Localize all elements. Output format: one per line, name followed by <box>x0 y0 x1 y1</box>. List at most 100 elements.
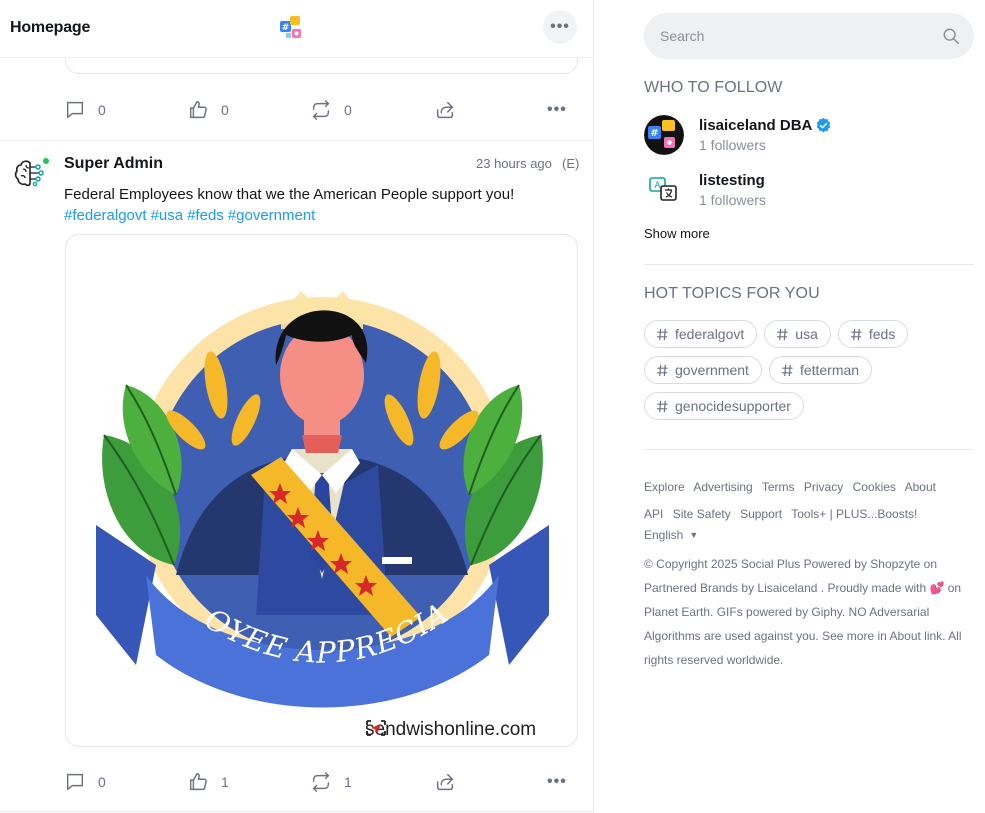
previous-post-actions: 0 0 0 ••• <box>0 90 593 130</box>
svg-text:#: # <box>650 128 658 139</box>
repost-count: 0 <box>344 102 352 118</box>
footer-link-cookies[interactable]: Cookies <box>853 480 896 494</box>
topic-chip[interactable]: fetterman <box>768 356 873 384</box>
main-feed: Homepage # ••• 0 0 0 ••• Super Admin 23 … <box>0 0 594 813</box>
translate-avatar-icon: A <box>644 170 684 210</box>
search-icon[interactable] <box>942 27 960 45</box>
topic-chip[interactable]: feds <box>837 320 909 348</box>
avatar[interactable]: A <box>644 170 684 210</box>
footer-link-terms[interactable]: Terms <box>762 480 795 494</box>
topic-label: feds <box>868 326 896 342</box>
repost-button[interactable]: 0 <box>310 90 352 130</box>
comment-icon <box>66 773 84 791</box>
share-icon <box>436 773 454 791</box>
topic-label: fetterman <box>799 362 860 378</box>
like-button[interactable]: 0 <box>187 90 229 130</box>
footer-links: Explore Advertising Terms Privacy Cookie… <box>644 474 974 528</box>
comment-count: 0 <box>98 774 106 790</box>
hashtag-link[interactable]: #government <box>228 207 316 224</box>
topic-chip[interactable]: federalgovt <box>644 320 758 348</box>
employee-appreciation-illustration: EMPLOYEE APPRECIATION <box>66 235 549 708</box>
avatar[interactable]: # <box>644 115 684 155</box>
language-selector[interactable]: English ▼ <box>644 528 698 542</box>
comment-button[interactable]: 0 <box>64 762 106 802</box>
share-button[interactable] <box>434 90 456 130</box>
hash-icon <box>850 328 862 340</box>
show-more-link[interactable]: Show more <box>644 226 710 241</box>
topic-chip[interactable]: usa <box>764 320 831 348</box>
more-dots-icon: ••• <box>547 101 567 118</box>
topic-label: usa <box>795 326 818 342</box>
hash-icon <box>656 364 668 376</box>
comment-count: 0 <box>98 102 106 118</box>
post-divider <box>0 140 593 141</box>
like-count: 1 <box>221 774 229 790</box>
footer-link-advertising[interactable]: Advertising <box>693 480 752 494</box>
like-count: 0 <box>221 102 229 118</box>
post-more-button[interactable]: ••• <box>547 762 567 802</box>
post-more-button[interactable]: ••• <box>547 90 567 130</box>
post-author[interactable]: Super Admin <box>64 155 163 173</box>
send-arrow-icon <box>366 720 386 736</box>
copyright-text: © Copyright 2025 Social Plus Powered by … <box>644 557 962 667</box>
image-watermark: sendwishonline.com <box>365 719 536 741</box>
repost-icon <box>312 772 330 792</box>
hashtag-link[interactable]: #usa <box>151 207 184 224</box>
footer-link-privacy[interactable]: Privacy <box>804 480 843 494</box>
hot-topics-list: federalgovt usa feds government fetterma… <box>644 320 974 420</box>
post-divider <box>0 811 593 812</box>
like-button[interactable]: 1 <box>187 762 229 802</box>
footer-link-explore[interactable]: Explore <box>644 480 685 494</box>
watermark-text: sendwishonline.com <box>365 719 537 740</box>
hot-topics-title: HOT TOPICS FOR YOU <box>644 285 820 302</box>
share-icon <box>436 101 454 119</box>
follow-name[interactable]: lisaiceland DBA <box>699 117 831 134</box>
follow-name[interactable]: listesting <box>699 172 765 189</box>
language-label: English <box>644 528 684 542</box>
follow-suggestion[interactable]: A listesting 1 followers <box>644 170 974 214</box>
repost-count: 1 <box>344 774 352 790</box>
repost-icon <box>312 100 330 120</box>
footer-link-site-safety[interactable]: Site Safety <box>673 507 731 521</box>
hash-icon <box>781 364 793 376</box>
follower-count: 1 followers <box>699 137 766 153</box>
comment-icon <box>66 101 84 119</box>
topic-label: genocidesupporter <box>675 398 791 414</box>
more-dots-icon: ••• <box>547 773 567 790</box>
topic-chip[interactable]: genocidesupporter <box>644 392 804 420</box>
repost-button[interactable]: 1 <box>310 762 352 802</box>
search-box <box>644 13 974 59</box>
post-hashtags: #federalgovt #usa #feds #government <box>64 205 319 227</box>
hashtag-link[interactable]: #federalgovt <box>64 207 147 224</box>
post-actions: 0 1 1 ••• <box>0 762 593 802</box>
social-plus-logo-icon[interactable]: # <box>279 15 307 43</box>
top-bar-fade <box>66 0 576 57</box>
hash-icon <box>656 328 668 340</box>
follow-name-text: lisaiceland DBA <box>699 117 813 134</box>
topic-label: federalgovt <box>675 326 745 342</box>
page-title: Homepage <box>10 19 91 36</box>
who-to-follow-title: WHO TO FOLLOW <box>644 79 783 96</box>
social-plus-avatar-icon: # <box>644 115 684 155</box>
avatar[interactable] <box>14 157 50 191</box>
header-more-button[interactable]: ••• <box>543 10 577 44</box>
follow-name-text: listesting <box>699 172 765 189</box>
post-image[interactable]: EMPLOYEE APPRECIATION sendwishonline.com <box>65 234 578 747</box>
follower-count: 1 followers <box>699 192 766 208</box>
edited-badge: (E) <box>562 156 580 171</box>
sidebar-divider <box>644 264 974 265</box>
topic-chip[interactable]: government <box>644 356 762 384</box>
search-input[interactable] <box>644 13 974 59</box>
footer-link-support[interactable]: Support <box>740 507 782 521</box>
footer-link-about[interactable]: About <box>905 480 936 494</box>
footer-link-tools[interactable]: Tools+ | PLUS...Boosts! <box>791 507 917 521</box>
post-timestamp[interactable]: 23 hours ago <box>476 156 552 171</box>
footer-link-api[interactable]: API <box>644 507 663 521</box>
hashtag-link[interactable]: #feds <box>187 207 224 224</box>
online-status-dot <box>42 157 50 165</box>
sidebar-divider <box>644 449 974 450</box>
share-button[interactable] <box>434 762 456 802</box>
follow-suggestion[interactable]: # lisaiceland DBA 1 followers <box>644 115 974 159</box>
comment-button[interactable]: 0 <box>64 90 106 130</box>
thumbs-up-icon <box>189 773 207 791</box>
